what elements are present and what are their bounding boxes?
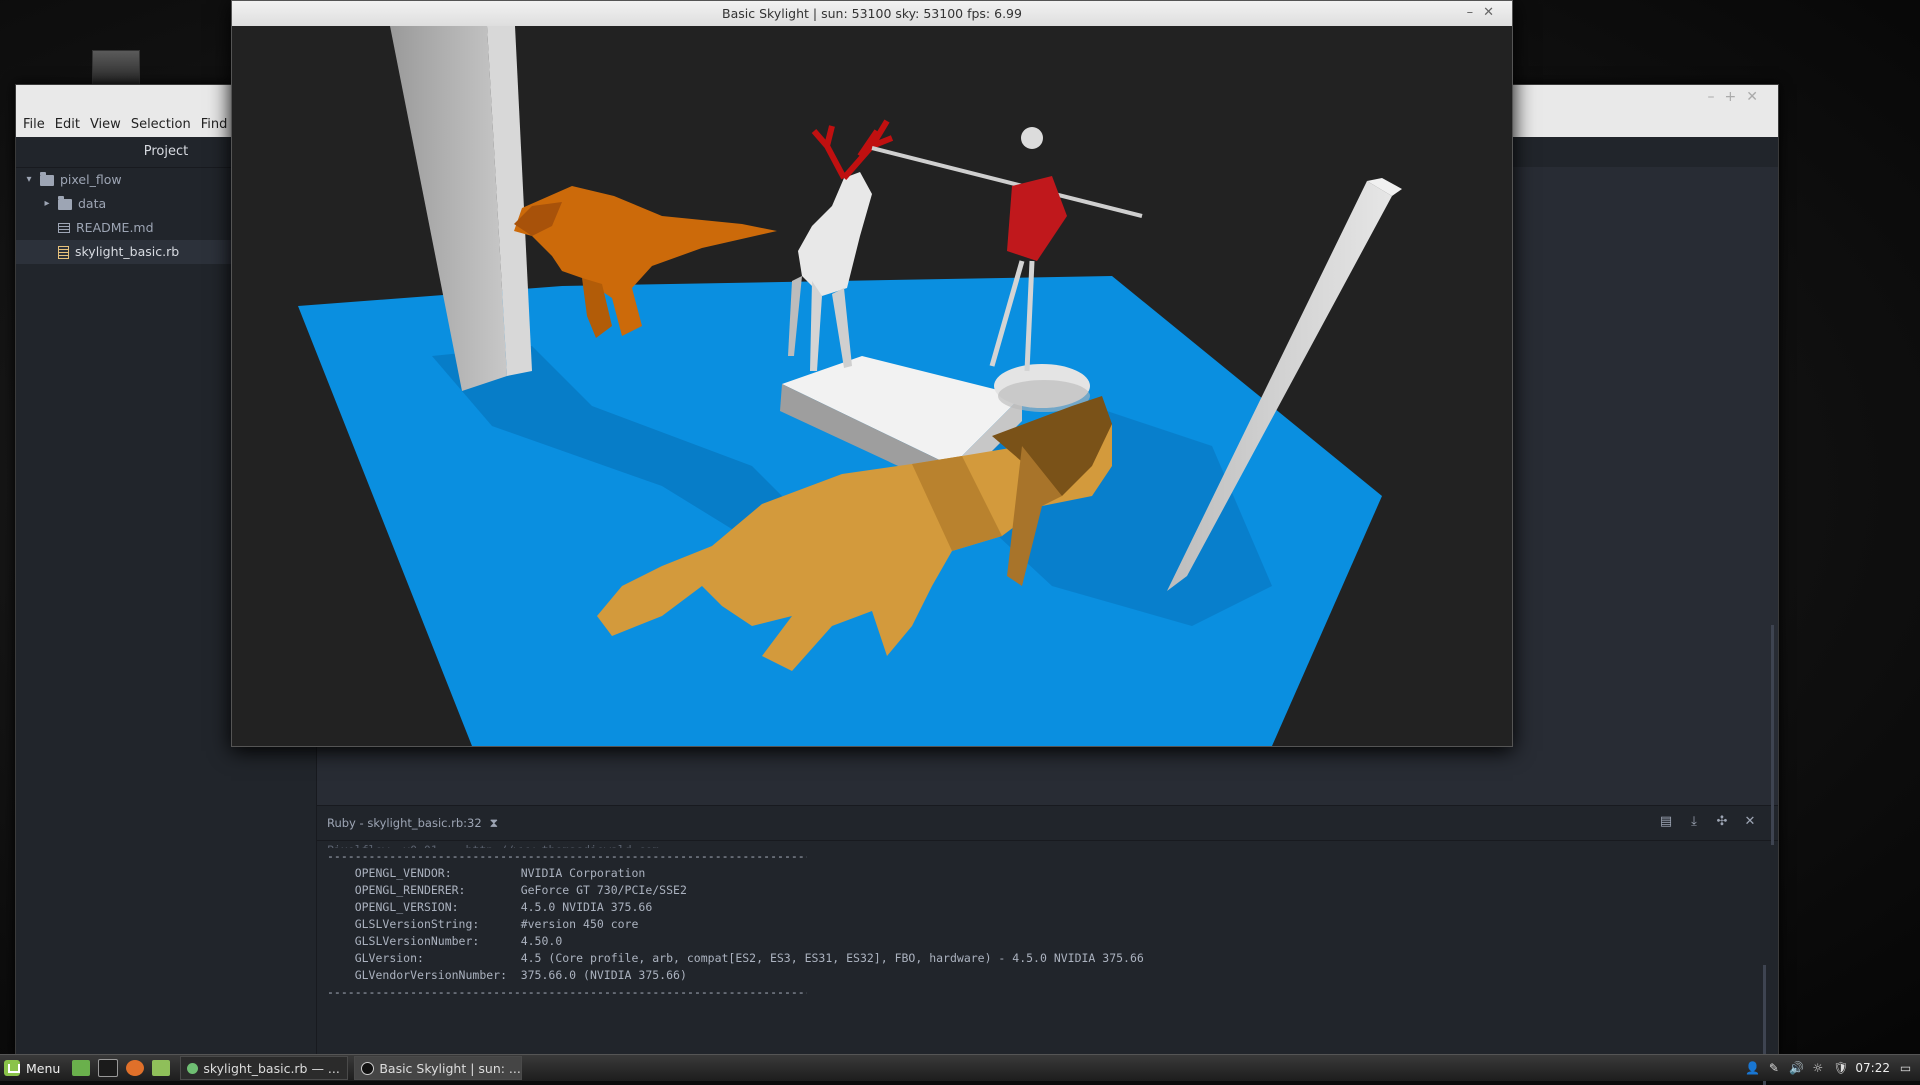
chevron-right-icon[interactable]: ▸ [40,192,54,216]
clock[interactable]: 07:22 [1855,1061,1890,1075]
start-menu-label: Menu [26,1060,61,1076]
sketch-title: Basic Skylight | sun: 53100 sky: 53100 f… [722,6,1022,21]
task-editor[interactable]: skylight_basic.rb — ... [180,1056,349,1080]
pen-icon[interactable]: ✎ [1767,1061,1780,1075]
sketch-window: Basic Skylight | sun: 53100 sky: 53100 f… [231,0,1513,747]
console-value: 4.5.0 NVIDIA 375.66 [520,900,653,914]
start-menu-button[interactable]: Menu [0,1055,68,1081]
show-desktop-icon[interactable] [72,1060,91,1076]
tree-label: data [78,196,107,211]
console-value: 4.50.0 [520,934,563,948]
console-key: GLSLVersionNumber: [354,934,480,948]
desktop-thumbnail[interactable] [92,50,140,86]
firefox-icon[interactable] [126,1060,145,1076]
render-canvas[interactable] [232,26,1512,746]
menu-file[interactable]: File [23,117,45,132]
console-row: OPENGL_RENDERER: GeForce GT 730/PCIe/SSE2 [327,882,1758,899]
task-basic-skylight[interactable]: Basic Skylight | sun: ... [354,1056,523,1080]
console-value: #version 450 core [520,917,639,931]
terminal-icon[interactable] [98,1059,119,1077]
maximize-icon[interactable]: + [1725,89,1747,105]
menu-selection[interactable]: Selection [131,117,191,132]
console-rule: ----------------------------------------… [327,849,807,863]
console-header: Ruby - skylight_basic.rb:32 ⧗ ▤ ⤓ ✣ ✕ [317,806,1778,841]
folder-icon [58,195,72,210]
console-row: GLVersion: 4.5 (Core profile, arb, compat… [327,950,1758,967]
save-icon[interactable]: ⤓ [1686,814,1702,830]
ruby-file-icon [58,245,69,259]
console-row: OPENGL_VENDOR: NVIDIA Corporation [327,865,1758,882]
minimize-icon[interactable]: – [1467,5,1484,20]
resize-icon[interactable]: ✣ [1714,814,1730,830]
console-output[interactable]: Pixelflow v0.01 http://www.thomasdiewald… [327,842,1758,1055]
sketch-window-buttons[interactable]: –✕ [1467,5,1504,20]
taskbar: Menu skylight_basic.rb — ... Basic Skyli… [0,1054,1920,1081]
menu-find[interactable]: Find [201,117,228,132]
console-row: OPENGL_VERSION: 4.5.0 NVIDIA 375.66 [327,899,1758,916]
task-label: Basic Skylight | sun: ... [379,1060,521,1076]
minimize-icon[interactable]: – [1708,89,1725,105]
copy-icon[interactable]: ▤ [1658,814,1674,830]
console-value: GeForce GT 730/PCIe/SSE2 [520,883,687,897]
console-key: OPENGL_VENDOR: [354,866,452,880]
hourglass-icon: ⧗ [489,816,499,830]
task-label: skylight_basic.rb — ... [203,1060,340,1076]
markdown-file-icon [58,223,70,233]
sketch-titlebar[interactable]: Basic Skylight | sun: 53100 sky: 53100 f… [232,1,1512,26]
console-row: GLSLVersionNumber: 4.50.0 [327,933,1758,950]
close-icon[interactable]: ✕ [1483,5,1504,20]
menu-edit[interactable]: Edit [55,117,80,132]
tree-label: README.md [76,220,154,235]
brightness-icon[interactable]: ☼ [1811,1061,1824,1075]
console-key: GLSLVersionString: [354,917,480,931]
console-key: GLVendorVersionNumber: [354,968,508,982]
editor-scrollbar[interactable] [1771,625,1774,845]
console-row: GLVendorVersionNumber: 375.66.0 (NVIDIA 3… [327,967,1758,984]
console-key: OPENGL_RENDERER: [354,883,466,897]
console-value: 4.5 (Core profile, arb, compat[ES2, ES3,… [520,951,1144,965]
console-rule: ----------------------------------------… [327,985,807,999]
volume-icon[interactable]: 🔊 [1789,1061,1804,1075]
menu-view[interactable]: View [90,117,121,132]
close-icon[interactable]: ✕ [1746,89,1768,105]
user-icon[interactable]: 👤 [1745,1061,1760,1075]
console-value: NVIDIA Corporation [520,866,646,880]
chevron-down-icon[interactable]: ▾ [22,168,36,192]
console-panel: Ruby - skylight_basic.rb:32 ⧗ ▤ ⤓ ✣ ✕ Pix… [317,805,1778,1055]
console-title-text: Ruby - skylight_basic.rb:32 [327,816,482,830]
console-row: GLSLVersionString: #version 450 core [327,916,1758,933]
notifications-icon[interactable]: ▭ [1899,1061,1912,1075]
processing-icon [361,1061,375,1075]
tree-label: pixel_flow [60,172,122,187]
console-value: 375.66.0 (NVIDIA 375.66) [520,968,687,982]
system-tray: 👤 ✎ 🔊 ☼ 🛡 07:22 ▭ [1745,1061,1920,1075]
tree-label: skylight_basic.rb [75,244,180,259]
console-actions: ▤ ⤓ ✣ ✕ [1658,814,1758,830]
atom-icon [187,1062,199,1074]
console-title: Ruby - skylight_basic.rb:32 ⧗ [327,816,498,831]
console-key: OPENGL_VERSION: [354,900,459,914]
folder-icon [40,171,54,186]
editor-window-buttons[interactable]: –+✕ [1708,89,1768,105]
mint-logo-icon [4,1060,20,1076]
files-icon[interactable] [152,1060,171,1076]
shield-icon[interactable]: 🛡 [1833,1061,1848,1075]
close-icon[interactable]: ✕ [1742,814,1758,830]
console-key: GLVersion: [354,951,424,965]
